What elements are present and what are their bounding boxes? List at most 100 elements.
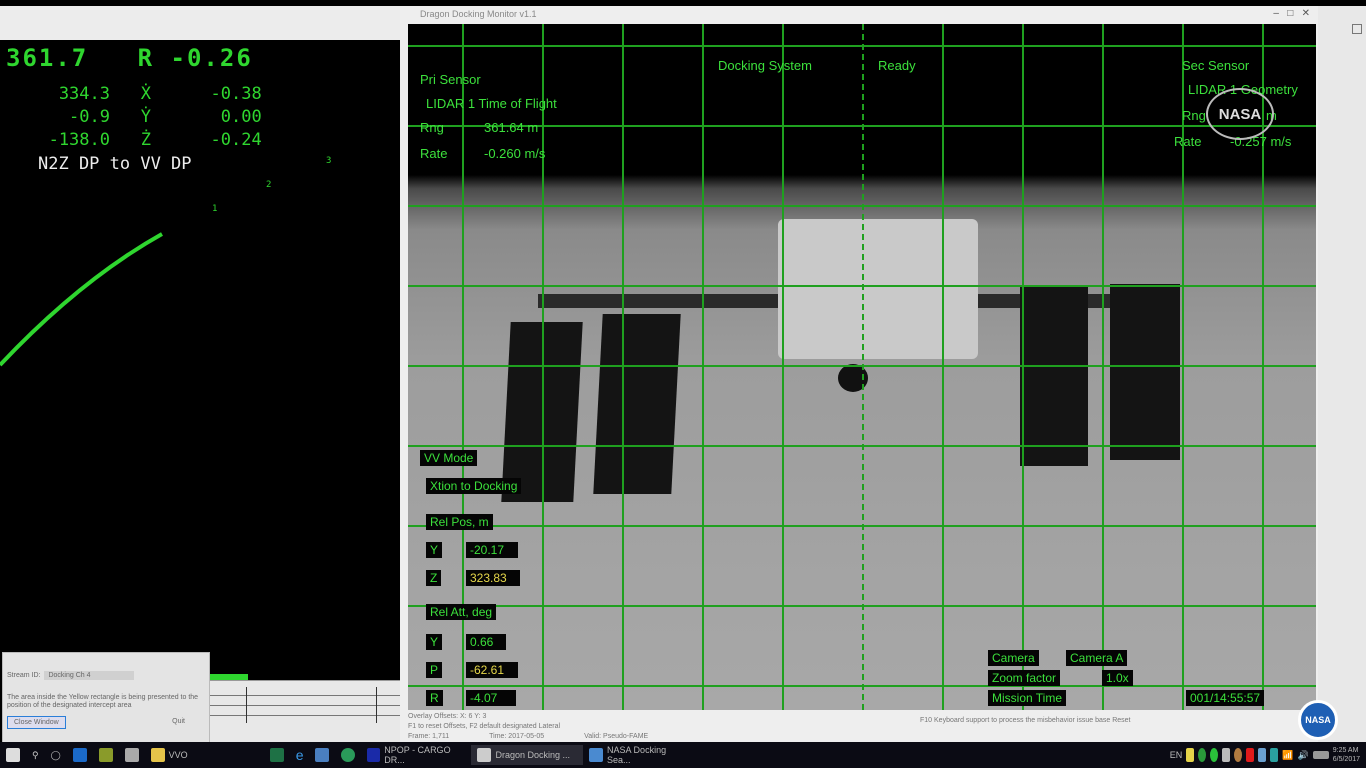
taskbar-excel[interactable] [264, 745, 290, 765]
app-icon [367, 748, 381, 762]
offsets-note: F1 to reset Offsets, F2 default designat… [408, 723, 561, 730]
taskbar-item-npop[interactable]: NPOP - CARGO DR... [361, 745, 471, 765]
system-tray[interactable]: EN 📶 🔊 9:25 AM 6/5/2017 [1164, 745, 1366, 765]
stream-select[interactable]: Docking Ch 4 [44, 671, 135, 680]
close-window-button[interactable]: Close Window [7, 716, 66, 729]
window-controls[interactable]: – □ ✕ [1273, 8, 1310, 19]
task-view-icon: ◯ [50, 749, 61, 760]
rel-pos-z-value: 323.83 [466, 570, 520, 586]
rel-pos-z-label: Z [426, 570, 442, 586]
rel-att-y-value: 0.66 [466, 634, 506, 650]
sec-sensor-label: Sec Sensor [1182, 58, 1250, 73]
tray-icon[interactable] [1186, 748, 1195, 762]
marker-1: 1 [212, 204, 218, 214]
pri-sensor-type: LIDAR 1 Time of Flight [426, 96, 557, 111]
grid-line [408, 205, 1316, 207]
taskbar-item-vvo[interactable]: VVO [145, 745, 194, 765]
camera-label: Camera [988, 650, 1039, 666]
tray-icon[interactable] [1222, 748, 1231, 762]
zoom-value: 1.0x [1102, 670, 1133, 686]
mission-time-value: 001/14:55:57 [1186, 690, 1265, 706]
rel-att-r-value: -4.07 [466, 690, 516, 706]
range-rate-value: -0.26 [170, 44, 253, 72]
z-row: -138.0 Ż -0.24 [40, 130, 262, 150]
rel-att-p-label: P [426, 662, 443, 678]
restore-icon[interactable] [1352, 24, 1362, 34]
task-view-button[interactable]: ◯ [45, 745, 67, 765]
volume-icon[interactable]: 🔊 [1298, 750, 1309, 761]
x-rate: -0.38 [210, 84, 262, 104]
folder-icon [150, 748, 165, 762]
keyboard-hint: F10 Keyboard support to process the misb… [920, 717, 1131, 724]
rel-att-p-value: -62.61 [466, 662, 518, 678]
start-button[interactable] [0, 745, 26, 765]
windows-icon [6, 748, 20, 762]
y-rate: 0.00 [220, 107, 262, 127]
stream-dialog: Stream ID: Docking Ch 4 The area inside t… [2, 652, 210, 744]
ie-icon: e [295, 747, 304, 763]
status-bar: Overlay Offsets: X: 6 Y: 3 F1 to reset O… [400, 710, 1318, 742]
language-indicator[interactable]: EN [1170, 750, 1183, 760]
tray-icon[interactable] [1246, 748, 1255, 762]
x-axis: Ẋ [140, 84, 151, 104]
tray-icon[interactable] [1258, 748, 1267, 762]
camera-value: Camera A [1066, 650, 1128, 666]
grid-line [408, 685, 1316, 687]
tray-icon[interactable] [1270, 748, 1279, 762]
taskbar: ⚲ ◯ VVO e NPOP - CARGO DR... Dragon Dock… [0, 742, 1366, 768]
sec-rate-label: Rate [1174, 134, 1202, 149]
taskbar-v-app[interactable] [93, 745, 119, 765]
rel-att-y-label: Y [426, 634, 443, 650]
dialog-text: The area inside the Yellow rectangle is … [7, 694, 199, 709]
frame-time: Time: 2017-05-05 [489, 733, 545, 740]
taskbar-ie[interactable]: e [290, 745, 310, 765]
nasa-logo: NASA [1298, 700, 1338, 740]
search-button[interactable]: ⚲ [26, 745, 45, 765]
tray-icon[interactable] [1210, 748, 1219, 762]
marker-3: 3 [326, 156, 332, 166]
range-rate-label: R [137, 44, 155, 72]
taskbar-globe[interactable] [335, 745, 361, 765]
docking-system-status: Ready [878, 58, 916, 73]
taskbar-item-dragon-docking[interactable]: Dragon Docking ... [471, 745, 584, 765]
docs-icon [315, 748, 330, 762]
range-value: 361.7 [6, 44, 89, 72]
pri-rate-label: Rate [420, 146, 448, 161]
rel-att-title: Rel Att, deg [426, 604, 497, 620]
keyboard-icon[interactable] [1312, 751, 1329, 759]
trajectory-display: 361.7 R -0.26 334.3 Ẋ -0.38 -0.9 Ẏ 0.00 … [0, 40, 400, 680]
grid-line [408, 285, 1316, 287]
frame-count: Frame: 1,711 [408, 733, 450, 740]
quit-button[interactable]: Quit [152, 716, 205, 729]
app-icon [124, 748, 139, 762]
docking-system-label: Docking System [718, 58, 812, 73]
taskbar-item-nasa-docking[interactable]: NASA Docking Sea... [583, 745, 695, 765]
y-pos: -0.9 [69, 107, 110, 127]
network-icon[interactable]: 📶 [1282, 750, 1293, 761]
taskbar-docs[interactable] [309, 745, 335, 765]
overlay-offsets: Overlay Offsets: X: 6 Y: 3 [408, 713, 487, 720]
window-title: Dragon Docking Monitor v1.1 [420, 9, 537, 19]
v-app-icon [98, 748, 113, 762]
y-axis: Ẏ [140, 107, 151, 127]
stream-label: Stream ID: [7, 672, 41, 679]
z-rate: -0.24 [210, 130, 262, 150]
clock[interactable]: 9:25 AM 6/5/2017 [1333, 746, 1360, 764]
window-icon [477, 748, 492, 762]
x-pos: 334.3 [58, 84, 110, 104]
pri-rng-label: Rng [420, 120, 444, 135]
right-panel [1318, 6, 1366, 742]
rel-att-r-label: R [426, 690, 443, 706]
tray-icon[interactable] [1198, 748, 1207, 762]
segment-label: N2Z DP to VV DP [38, 154, 192, 174]
y-row: -0.9 Ẏ 0.00 [40, 107, 262, 127]
pri-sensor-label: Pri Sensor [420, 72, 481, 87]
taskbar-app[interactable] [119, 745, 145, 765]
window-icon [589, 748, 604, 762]
tray-icon[interactable] [1234, 748, 1243, 762]
grid-line [408, 605, 1316, 607]
taskbar-outlook[interactable] [67, 745, 93, 765]
search-icon: ⚲ [32, 749, 39, 760]
zoom-label: Zoom factor [988, 670, 1061, 686]
solar-array [1110, 284, 1180, 460]
